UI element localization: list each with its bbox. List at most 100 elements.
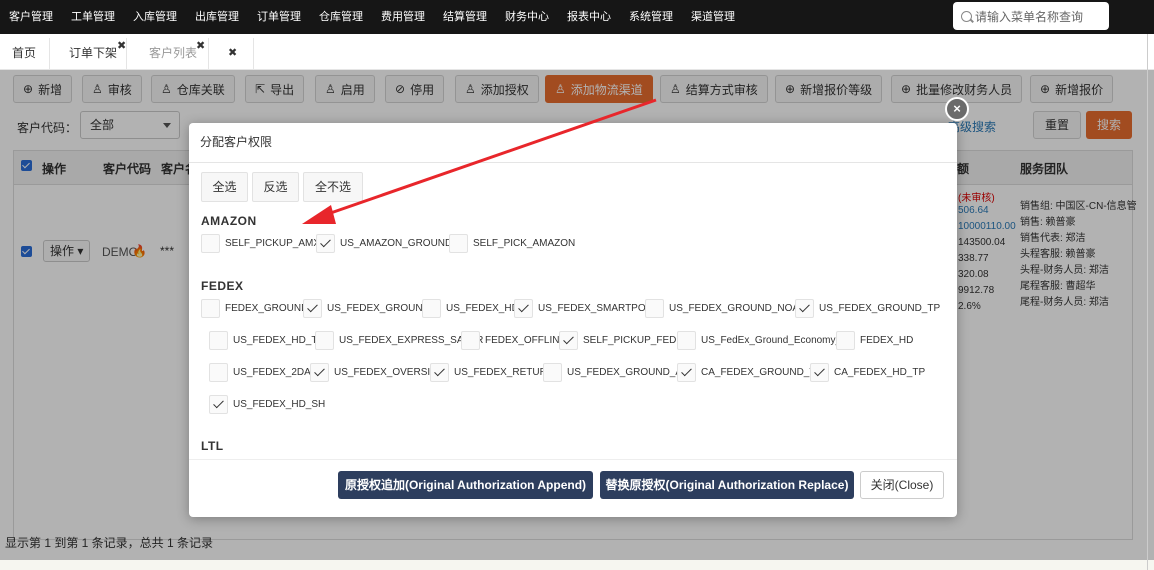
checkbox[interactable] (514, 299, 533, 318)
channel-label: US_FEDEX_OVERSIZE (334, 367, 443, 378)
channel-checkbox[interactable]: US_FEDEX_SMARTPOST (514, 299, 658, 318)
checkbox[interactable] (449, 234, 468, 253)
select-all-button[interactable]: 全选 (201, 172, 248, 202)
channel-checkbox[interactable]: US_FEDEX_HD (422, 299, 519, 318)
channel-checkbox[interactable]: CA_FEDEX_HD_TP (810, 363, 925, 382)
assign-permission-dialog: 分配客户权限 × 全选 反选 全不选 AMAZON SELF_PICKUP_AM… (189, 97, 969, 517)
channel-checkbox[interactable]: US_FEDEX_GROUND_NOAPI (645, 299, 808, 318)
checkbox[interactable] (209, 363, 228, 382)
append-authorization-button[interactable]: 原授权追加(Original Authorization Append) (338, 471, 593, 499)
close-button[interactable]: 关闭(Close) (860, 471, 944, 499)
dialog-footer: 原授权追加(Original Authorization Append) 替换原… (189, 459, 957, 517)
bottom-strip (0, 560, 1154, 570)
channel-label: US_FedEx_Ground_Economy_S (701, 335, 848, 346)
section-title-ltl: LTL (201, 439, 224, 453)
channel-checkbox[interactable]: US_AMAZON_GROUND (316, 234, 452, 253)
tab-bar: 首页 订单下架 ✖ 客户列表 ✖ ✖ (0, 34, 1154, 70)
checkbox[interactable] (559, 331, 578, 350)
channel-checkbox[interactable]: CA_FEDEX_GROUND_TP (677, 363, 822, 382)
nav-system-management[interactable]: 系统管理 (620, 0, 682, 34)
channel-checkbox[interactable]: US_FEDEX_GROUND (303, 299, 430, 318)
nav-outbound-management[interactable]: 出库管理 (186, 0, 248, 34)
channel-checkbox[interactable]: SELF_PICKUP_AMXL (201, 234, 326, 253)
nav-finance-center[interactable]: 财务中心 (496, 0, 558, 34)
checkbox[interactable] (836, 331, 855, 350)
select-none-button[interactable]: 全不选 (303, 172, 363, 202)
checkbox[interactable] (795, 299, 814, 318)
section-title-fedex: FEDEX (201, 279, 244, 293)
channel-label: FEDEX_HD (860, 335, 914, 346)
channel-checkbox[interactable]: US_FEDEX_GROUND_TP (795, 299, 940, 318)
menu-search-input[interactable]: 请输入菜单名称查询 (953, 2, 1109, 30)
close-icon[interactable]: ✖ (228, 48, 237, 59)
channel-label: US_FEDEX_GROUND_NOAPI (669, 303, 809, 314)
channel-label: US_FEDEX_HD_TP (233, 335, 325, 346)
channel-label: US_AMAZON_GROUND (340, 238, 453, 249)
checkbox[interactable] (316, 234, 335, 253)
channel-label: US_FEDEX_GROUND_AR (567, 367, 690, 378)
checkbox[interactable] (677, 331, 696, 350)
channel-checkbox[interactable]: FEDEX_OFFLINE (461, 331, 566, 350)
tab-label: 订单下架 (69, 46, 118, 60)
channel-checkbox[interactable]: SELF_PICK_AMAZON (449, 234, 575, 253)
dialog-title: 分配客户权限 (189, 123, 957, 163)
section-title-amazon: AMAZON (201, 214, 257, 228)
nav-channel-management[interactable]: 渠道管理 (682, 0, 744, 34)
tab-close-all[interactable]: ✖ (214, 38, 254, 70)
nav-settlement-management[interactable]: 结算管理 (434, 0, 496, 34)
nav-report-center[interactable]: 报表中心 (558, 0, 620, 34)
checkbox[interactable] (209, 331, 228, 350)
channel-checkbox[interactable]: US_FEDEX_OVERSIZE (310, 363, 443, 382)
close-icon[interactable]: × (945, 97, 969, 121)
tab-order-shelving[interactable]: 订单下架 ✖ (57, 38, 127, 70)
checkbox[interactable] (310, 363, 329, 382)
checkbox[interactable] (303, 299, 322, 318)
nav-fee-management[interactable]: 费用管理 (372, 0, 434, 34)
checkbox[interactable] (422, 299, 441, 318)
page-scrollbar[interactable] (1147, 34, 1148, 570)
channel-checkbox[interactable]: US_FEDEX_RETURN (430, 363, 554, 382)
checkbox[interactable] (201, 299, 220, 318)
close-icon[interactable]: ✖ (117, 41, 126, 52)
checkbox[interactable] (201, 234, 220, 253)
checkbox[interactable] (677, 363, 696, 382)
dialog-scrollbar[interactable] (946, 163, 955, 463)
channel-checkbox[interactable]: FEDEX_GROUND (201, 299, 308, 318)
channel-label: CA_FEDEX_HD_TP (834, 367, 926, 378)
checkbox[interactable] (315, 331, 334, 350)
invert-selection-button[interactable]: 反选 (252, 172, 299, 202)
nav-order-management[interactable]: 订单管理 (248, 0, 310, 34)
channel-label: SELF_PICKUP_FEDEX (583, 335, 690, 346)
nav-ticket-management[interactable]: 工单管理 (62, 0, 124, 34)
tab-customer-list[interactable]: 客户列表 ✖ (137, 38, 209, 70)
channel-checkbox[interactable]: US_FEDEX_2DAY (209, 363, 317, 382)
checkbox[interactable] (461, 331, 480, 350)
channel-checkbox[interactable]: US_FEDEX_EXPRESS_SAVER (315, 331, 483, 350)
checkbox[interactable] (645, 299, 664, 318)
replace-authorization-button[interactable]: 替换原授权(Original Authorization Replace) (600, 471, 854, 499)
checkbox[interactable] (209, 395, 228, 414)
channel-label: US_FEDEX_GROUND_TP (819, 303, 941, 314)
channel-checkbox[interactable]: US_FEDEX_GROUND_AR (543, 363, 689, 382)
channel-label: SELF_PICKUP_AMXL (225, 238, 326, 249)
menu-search-placeholder: 请输入菜单名称查询 (975, 9, 1084, 24)
channel-checkbox[interactable]: US_FedEx_Ground_Economy_S (677, 331, 848, 350)
tab-label: 客户列表 (149, 46, 198, 60)
channel-label: US_FEDEX_HD (446, 303, 519, 314)
checkbox[interactable] (810, 363, 829, 382)
dialog-close[interactable]: × (945, 97, 980, 121)
channel-checkbox[interactable]: FEDEX_HD (836, 331, 913, 350)
nav-inbound-management[interactable]: 入库管理 (124, 0, 186, 34)
nav-warehouse-management[interactable]: 仓库管理 (310, 0, 372, 34)
checkbox[interactable] (543, 363, 562, 382)
channel-label: US_FEDEX_2DAY (233, 367, 317, 378)
channel-checkbox[interactable]: US_FEDEX_HD_TP (209, 331, 324, 350)
nav-customer-management[interactable]: 客户管理 (0, 0, 62, 34)
checkbox[interactable] (430, 363, 449, 382)
close-icon[interactable]: ✖ (196, 41, 205, 52)
channel-checkbox[interactable]: US_FEDEX_HD_SH (209, 395, 325, 414)
channel-label: FEDEX_OFFLINE (485, 335, 567, 346)
tab-home[interactable]: 首页 (0, 38, 50, 70)
channel-checkbox[interactable]: SELF_PICKUP_FEDEX (559, 331, 690, 350)
channel-label: SELF_PICK_AMAZON (473, 238, 576, 249)
